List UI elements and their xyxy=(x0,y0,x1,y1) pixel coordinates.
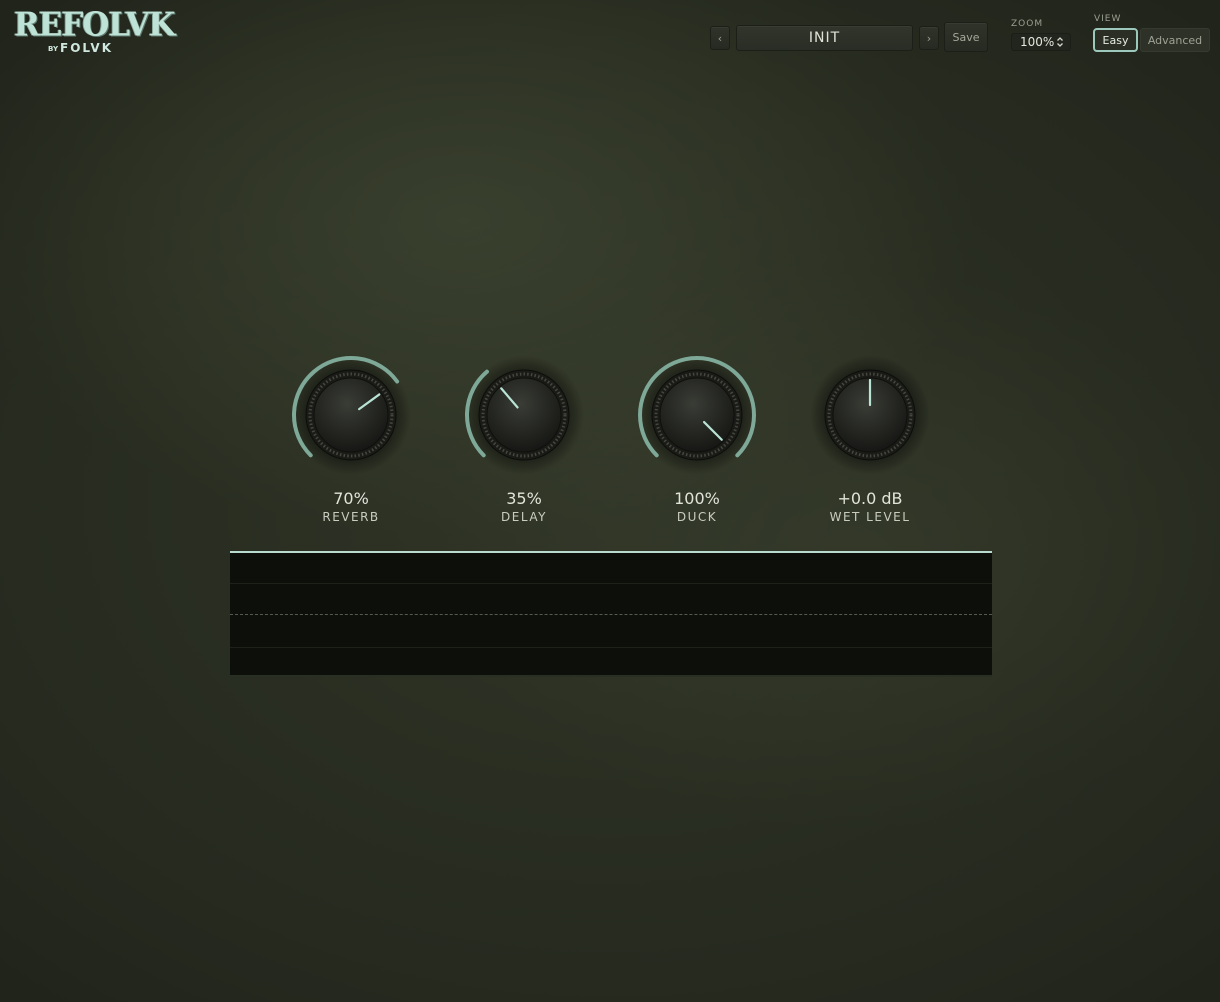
display-grid-line xyxy=(230,647,992,648)
logo-by-text: BY xyxy=(48,45,59,53)
chevron-right-icon: › xyxy=(926,31,932,45)
reverb-knob-group: 70% REVERB xyxy=(286,350,416,530)
wet-level-value: +0.0 dB xyxy=(837,489,903,508)
wet-level-label: WET LEVEL xyxy=(829,510,911,524)
reverb-value: 70% xyxy=(333,489,369,508)
wet-level-knob[interactable] xyxy=(805,350,935,480)
view-easy-button[interactable]: Easy xyxy=(1093,28,1138,52)
display-center-line xyxy=(230,614,992,615)
save-button[interactable]: Save xyxy=(944,22,988,52)
logo-brand-text: FOLVK xyxy=(60,41,114,55)
delay-knob[interactable] xyxy=(459,350,589,480)
chevron-left-icon: ‹ xyxy=(717,31,723,45)
view-advanced-button[interactable]: Advanced xyxy=(1140,28,1210,52)
zoom-select[interactable]: 100% xyxy=(1011,33,1071,51)
reverb-knob[interactable] xyxy=(286,350,416,480)
duck-knob-group: 100% DUCK xyxy=(632,350,762,530)
delay-label: DELAY xyxy=(501,510,547,524)
duck-label: DUCK xyxy=(676,510,718,524)
logo-byline: BY FOLVK xyxy=(48,40,113,56)
display-grid-line xyxy=(230,583,992,584)
delay-knob-cap xyxy=(486,377,562,453)
zoom-value: 100% xyxy=(1020,35,1055,49)
duck-value: 100% xyxy=(674,489,720,508)
up-down-chevron-icon xyxy=(1057,37,1063,47)
reverb-knob-cap xyxy=(313,377,389,453)
refolvk-logo: REFOLVK BY FOLVK xyxy=(14,7,176,58)
next-preset-button[interactable]: › xyxy=(919,26,939,50)
view-label: VIEW xyxy=(1094,14,1122,24)
duck-knob[interactable] xyxy=(632,350,762,480)
preset-name-display[interactable]: INIT xyxy=(736,25,913,51)
previous-preset-button[interactable]: ‹ xyxy=(710,26,730,50)
wet-level-knob-group: +0.0 dB WET LEVEL xyxy=(805,350,935,530)
duck-knob-cap xyxy=(659,377,735,453)
delay-value: 35% xyxy=(506,489,542,508)
logo-wordmark: REFOLVK xyxy=(14,6,176,44)
level-display xyxy=(230,551,992,677)
delay-knob-group: 35% DELAY xyxy=(459,350,589,530)
zoom-label: ZOOM xyxy=(1011,19,1044,29)
reverb-label: REVERB xyxy=(322,510,380,524)
